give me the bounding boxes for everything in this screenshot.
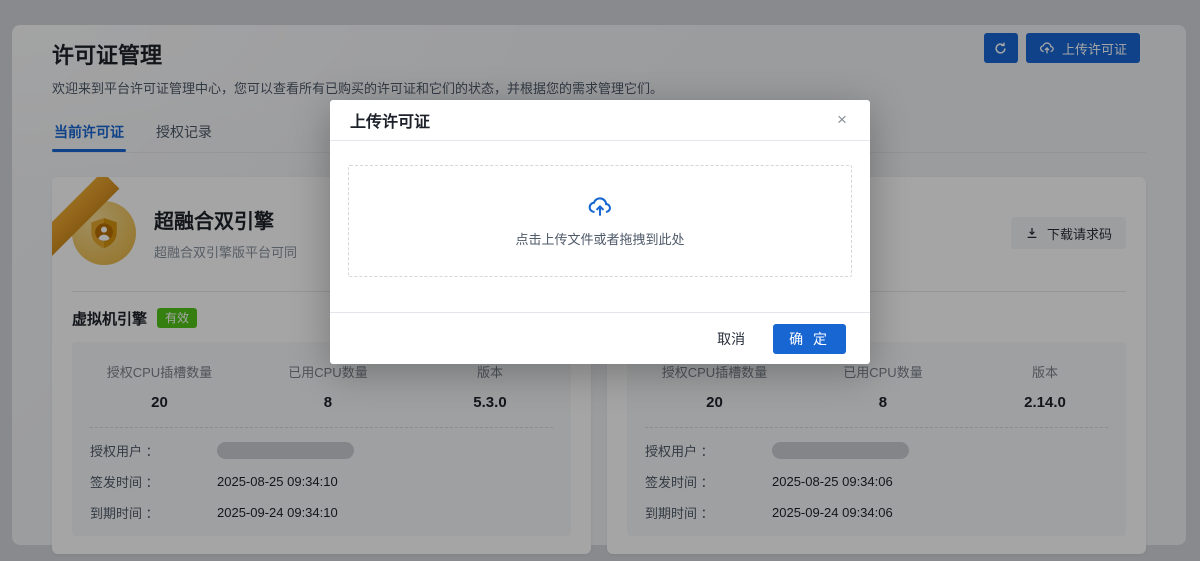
modal-title: 上传许可证 xyxy=(350,108,430,132)
modal-header: 上传许可证 × xyxy=(330,100,870,141)
cloud-upload-icon xyxy=(587,194,613,220)
modal-body: 点击上传文件或者拖拽到此处 xyxy=(330,141,870,312)
modal-footer: 取消 确 定 xyxy=(330,312,870,364)
dropzone-hint: 点击上传文件或者拖拽到此处 xyxy=(515,229,684,248)
cancel-button[interactable]: 取消 xyxy=(715,323,747,355)
confirm-button[interactable]: 确 定 xyxy=(773,324,846,354)
upload-license-modal: 上传许可证 × 点击上传文件或者拖拽到此处 取消 确 定 xyxy=(330,100,870,364)
file-dropzone[interactable]: 点击上传文件或者拖拽到此处 xyxy=(348,165,852,277)
close-icon[interactable]: × xyxy=(828,106,856,134)
